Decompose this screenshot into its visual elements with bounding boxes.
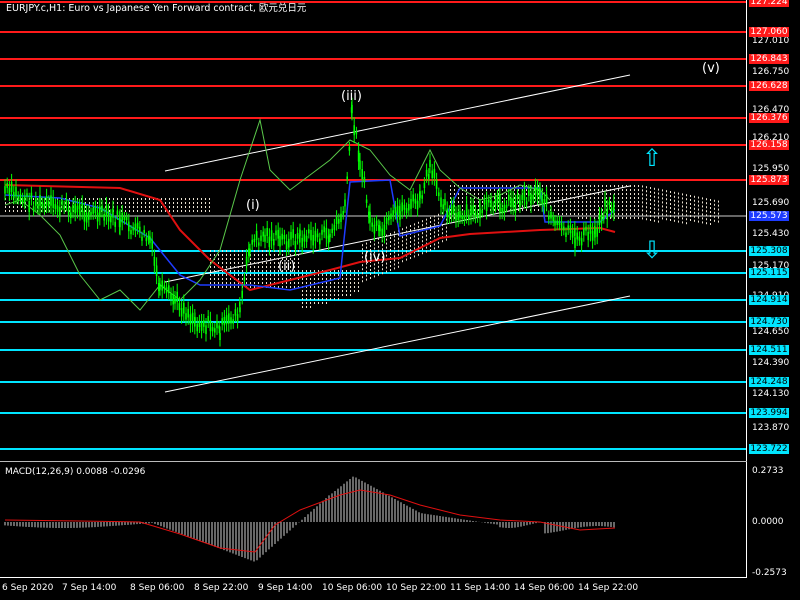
time-axis-label: 11 Sep 14:00 bbox=[450, 583, 511, 593]
price-tick-label: 123.870 bbox=[752, 423, 790, 433]
wave-label-iii: (iii) bbox=[341, 89, 362, 104]
time-axis-label: 14 Sep 06:00 bbox=[514, 583, 575, 593]
support-level-tag: 125.115 bbox=[749, 268, 789, 278]
macd-scale-zero: 0.0000 bbox=[752, 517, 784, 527]
price-tick-label: 124.390 bbox=[752, 358, 790, 368]
price-tick-label: 125.950 bbox=[752, 164, 790, 174]
price-chart-area[interactable] bbox=[0, 0, 800, 600]
resistance-level-tag: 125.873 bbox=[749, 175, 789, 185]
support-level-tag: 125.308 bbox=[749, 246, 789, 256]
price-axis-border bbox=[746, 0, 747, 578]
wave-label-iv: (iv) bbox=[364, 250, 386, 265]
current-price-tag: 125.573 bbox=[749, 211, 789, 221]
resistance-level-tag: 126.628 bbox=[749, 81, 789, 91]
macd-scale-bottom: -0.2573 bbox=[752, 568, 787, 578]
time-axis-label: 6 Sep 2020 bbox=[2, 583, 54, 593]
up-arrow-icon: ⇧ bbox=[642, 144, 663, 172]
down-arrow-icon: ⇩ bbox=[642, 236, 663, 264]
macd-label: MACD(12,26,9) 0.0088 -0.0296 bbox=[5, 467, 146, 477]
wave-label-ii: (ii) bbox=[278, 259, 296, 274]
price-tick-label: 127.010 bbox=[752, 36, 790, 46]
chart-title: EURJPY.c,H1: Euro vs Japanese Yen Forwar… bbox=[6, 3, 307, 14]
support-level-tag: 124.914 bbox=[749, 295, 789, 305]
wave-label-i: (i) bbox=[246, 198, 260, 213]
time-axis-label: 8 Sep 22:00 bbox=[194, 583, 249, 593]
resistance-level-tag: 126.158 bbox=[749, 140, 789, 150]
support-level-tag: 124.511 bbox=[749, 345, 789, 355]
time-axis-border bbox=[0, 577, 747, 578]
support-level-tag: 124.248 bbox=[749, 377, 789, 387]
chart-window: EURJPY.c,H1: Euro vs Japanese Yen Forwar… bbox=[0, 0, 800, 600]
price-tick-label: 126.750 bbox=[752, 67, 790, 77]
time-axis-label: 10 Sep 06:00 bbox=[322, 583, 383, 593]
resistance-level-tag: 126.376 bbox=[749, 113, 789, 123]
price-tick-label: 125.430 bbox=[752, 229, 790, 239]
support-level-tag: 123.722 bbox=[749, 444, 789, 454]
time-axis-label: 9 Sep 14:00 bbox=[258, 583, 313, 593]
pane-separator bbox=[0, 461, 747, 462]
resistance-level-tag: 127.060 bbox=[749, 27, 789, 37]
resistance-level-tag: 127.224 bbox=[749, 0, 789, 7]
price-tick-label: 124.650 bbox=[752, 327, 790, 337]
resistance-level-tag: 126.843 bbox=[749, 54, 789, 64]
support-level-tag: 123.994 bbox=[749, 408, 789, 418]
macd-scale-top: 0.2733 bbox=[752, 466, 784, 476]
time-axis-label: 7 Sep 14:00 bbox=[62, 583, 117, 593]
price-tick-label: 124.130 bbox=[752, 389, 790, 399]
price-tick-label: 125.690 bbox=[752, 198, 790, 208]
time-axis-label: 8 Sep 06:00 bbox=[130, 583, 185, 593]
support-level-tag: 124.730 bbox=[749, 317, 789, 327]
time-axis-label: 14 Sep 22:00 bbox=[578, 583, 639, 593]
wave-label-v: (v) bbox=[702, 61, 720, 76]
time-axis-label: 10 Sep 22:00 bbox=[386, 583, 447, 593]
